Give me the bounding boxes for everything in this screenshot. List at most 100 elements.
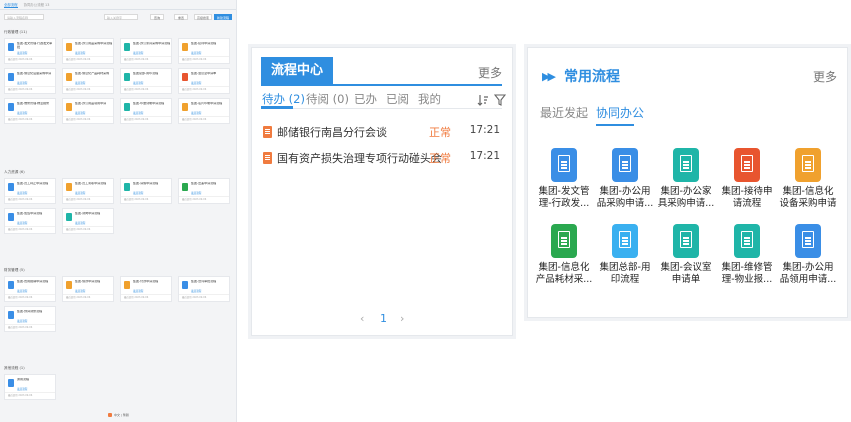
process-card[interactable]: 集团-出差申请流程 发起流程 最近使用 2023-09-06 xyxy=(178,178,230,204)
tab-todo[interactable]: 待办 (2) xyxy=(262,91,305,107)
card-title: 集团-费用报销申请流程 xyxy=(17,280,49,283)
process-card[interactable]: 集团-发文管理-行政发文审批 发起流程 最近使用 2023-09-06 xyxy=(4,38,56,64)
item-title[interactable]: 国有资产损失治理专项行动碰头会 xyxy=(277,150,442,166)
more-link[interactable]: 更多 xyxy=(478,64,502,81)
tab-all-process[interactable]: 全部流程 xyxy=(4,3,18,8)
app-label: 集团-办公用品采购申请... xyxy=(596,186,654,209)
list-item[interactable]: 邮储银行南昌分行会谈 正常 17:21 xyxy=(261,119,502,145)
app-item[interactable]: 集团-办公用品领用申请... xyxy=(779,224,837,294)
start-process-link[interactable]: 发起流程 xyxy=(191,289,201,293)
start-process-link[interactable]: 发起流程 xyxy=(17,51,27,55)
start-process-link[interactable]: 发起流程 xyxy=(17,221,27,225)
app-item[interactable]: 集团-信息化产品耗材采... xyxy=(535,224,593,294)
process-card[interactable]: 集团-借款申请流程 发起流程最近使用 2023-09-06 xyxy=(62,276,114,302)
process-card[interactable]: 集团-信息化产品耗材采购 发起流程 最近使用 2023-09-06 xyxy=(62,68,114,94)
process-card[interactable]: 集团-办公家具采购申请流程 发起流程 最近使用 2023-09-06 xyxy=(120,38,172,64)
card-title: 集团-借款申请流程 xyxy=(75,280,101,283)
start-process-link[interactable]: 发起流程 xyxy=(75,111,85,115)
start-process-link[interactable]: 发起流程 xyxy=(17,81,27,85)
tab-recent[interactable]: 最近发起 xyxy=(540,104,588,121)
process-card[interactable]: 集团-员工转正申请流程 发起流程 最近使用 2023-09-06 xyxy=(4,178,56,204)
process-card[interactable]: 集团-预算调整流程 发起流程 最近使用 2023-09-06 xyxy=(4,306,56,332)
start-process-link[interactable]: 发起流程 xyxy=(191,51,201,55)
start-process-link[interactable]: 发起流程 xyxy=(17,319,27,323)
prev-page-icon[interactable]: ‹ xyxy=(360,312,364,325)
start-process-link[interactable]: 发起流程 xyxy=(133,111,143,115)
tab-mine[interactable]: 我的 xyxy=(418,91,441,107)
card-title: 集团-会议室申请单 xyxy=(191,72,217,75)
start-process-link[interactable]: 发起流程 xyxy=(75,191,85,195)
process-card[interactable]: 集团-费用报销申请流程 发起流程 最近使用 2023-09-06 xyxy=(4,276,56,302)
item-title[interactable]: 邮储银行南昌分行会谈 xyxy=(277,124,387,140)
process-card[interactable]: 集团-员工离职申请流程 发起流程 最近使用 2023-09-06 xyxy=(62,178,114,204)
clipboard-icon xyxy=(551,224,577,258)
start-process-link[interactable]: 发起流程 xyxy=(17,289,27,293)
start-process-link[interactable]: 发起流程 xyxy=(191,111,201,115)
card-footer: 最近使用 2023-09-06 xyxy=(8,394,33,397)
more-link[interactable]: 更多 xyxy=(813,68,837,85)
process-card[interactable]: 集团-会议室申请单 发起流程 最近使用 2023-09-06 xyxy=(178,68,230,94)
search-input[interactable]: 请输入流程名称 xyxy=(4,14,44,20)
tab-divider xyxy=(0,9,236,10)
tab-collab[interactable]: 协同办公 xyxy=(596,104,644,121)
tab-to-read[interactable]: 待阅 (0) xyxy=(306,91,349,107)
start-process-link[interactable]: 发起流程 xyxy=(191,191,201,195)
list-item[interactable]: 国有资产损失治理专项行动碰头会 正常 17:21 xyxy=(261,145,502,171)
start-process-link[interactable]: 发起流程 xyxy=(17,111,27,115)
advanced-search-button[interactable]: 高级搜索 xyxy=(194,14,212,20)
process-card[interactable]: 集团-合同审批流程 发起流程 最近使用 2023-09-06 xyxy=(178,276,230,302)
card-footer: 最近使用 2023-09-06 xyxy=(66,296,91,299)
document-icon xyxy=(182,43,188,51)
start-process-link[interactable]: 发起流程 xyxy=(75,221,85,225)
process-card[interactable]: 集团-名片印制申请流程 发起流程 最近使用 2023-09-06 xyxy=(178,98,230,124)
start-process-link[interactable]: 发起流程 xyxy=(133,289,143,293)
app-item[interactable]: 集团-信息化设备采购申请 xyxy=(779,148,837,218)
start-process-link[interactable]: 发起流程 xyxy=(133,51,143,55)
app-item[interactable]: 集团-发文管理-行政发... xyxy=(535,148,593,218)
document-icon xyxy=(182,73,188,81)
app-item[interactable]: 集团总部-用印流程 xyxy=(596,224,654,294)
card-title: 集团-印章刻制申请流程 xyxy=(133,102,165,105)
app-item[interactable]: 集团-会议室申请单 xyxy=(657,224,715,294)
process-card[interactable]: 集团-信息化设备采购申请 发起流程 最近使用 2023-09-06 xyxy=(4,68,56,94)
tab-collab-process[interactable]: 协同办公流程 13 xyxy=(24,3,50,7)
process-card[interactable]: 集团-调岗申请流程 发起流程 最近使用 2023-09-06 xyxy=(62,208,114,234)
app-item[interactable]: 集团-办公用品采购申请... xyxy=(596,148,654,218)
app-item[interactable]: 集团-接待申请流程 xyxy=(718,148,776,218)
process-card[interactable]: 集团-接待申请流程 发起流程 最近使用 2023-09-06 xyxy=(178,38,230,64)
process-card[interactable]: 集团-办公用品采购申请流程 发起流程 最近使用 2023-09-06 xyxy=(62,38,114,64)
tab-done[interactable]: 已办 xyxy=(354,91,377,107)
sort-icon[interactable] xyxy=(477,94,489,106)
process-card[interactable]: 集团-维修管理-物业报修 发起流程 最近使用 2023-09-06 xyxy=(4,98,56,124)
start-process-link[interactable]: 发起流程 xyxy=(133,191,143,195)
tab-read[interactable]: 已阅 xyxy=(386,91,409,107)
process-card[interactable]: 集团-办公用品领用申请 发起流程 最近使用 2023-09-06 xyxy=(62,98,114,124)
start-process-link[interactable]: 发起流程 xyxy=(75,81,85,85)
process-card[interactable]: 集团-印章刻制申请流程 发起流程 最近使用 2023-09-06 xyxy=(120,98,172,124)
item-time: 17:21 xyxy=(469,150,500,162)
start-process-link[interactable]: 发起流程 xyxy=(133,81,143,85)
filter-icon[interactable] xyxy=(494,94,506,106)
reset-button[interactable]: 重置 xyxy=(174,14,188,20)
card-title: 集团-付款申请流程 xyxy=(133,280,159,283)
process-card[interactable]: 集团-加班申请流程 发起流程 最近使用 2023-09-06 xyxy=(4,208,56,234)
next-page-icon[interactable]: › xyxy=(400,312,404,325)
process-card[interactable]: 集团总部-用印流程 发起流程 最近使用 2023-09-06 xyxy=(120,68,172,94)
process-card[interactable]: 集团-付款申请流程 发起流程 最近使用 2023-09-06 xyxy=(120,276,172,302)
page-number[interactable]: 1 xyxy=(380,312,387,325)
start-process-link[interactable]: 发起流程 xyxy=(17,387,27,391)
process-card[interactable]: 通用流程 发起流程 最近使用 2023-09-06 xyxy=(4,374,56,400)
start-process-link[interactable]: 发起流程 xyxy=(75,289,85,293)
section-title: 人力资源 (6) xyxy=(4,170,25,174)
process-card[interactable]: 集团-请假申请流程 发起流程 最近使用 2023-09-06 xyxy=(120,178,172,204)
start-process-link[interactable]: 发起流程 xyxy=(75,51,85,55)
card-title: 集团-办公家具采购申请流程 xyxy=(133,42,171,45)
start-process-link[interactable]: 发起流程 xyxy=(17,191,27,195)
new-process-button[interactable]: 新建流程 xyxy=(214,14,232,20)
query-button[interactable]: 查询 xyxy=(150,14,164,20)
app-item[interactable]: 集团-办公家具采购申请... xyxy=(657,148,715,218)
start-process-link[interactable]: 发起流程 xyxy=(191,81,201,85)
keyword-input[interactable]: 输入关键字 xyxy=(104,14,138,20)
app-item[interactable]: 集团-维修管理-物业报... xyxy=(718,224,776,294)
document-icon xyxy=(124,73,130,81)
